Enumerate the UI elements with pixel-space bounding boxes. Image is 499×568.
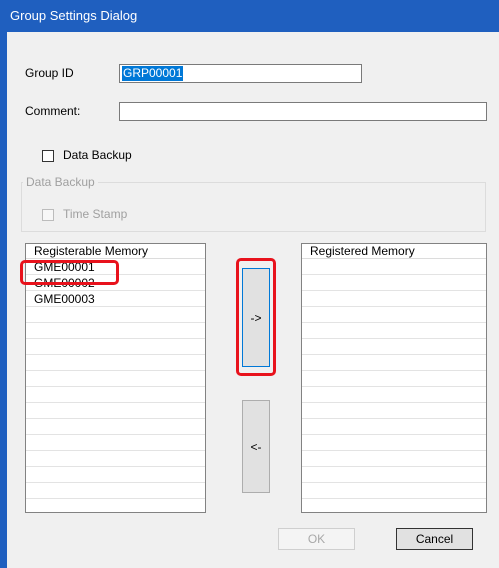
group-id-field[interactable]: GRP00001: [119, 64, 362, 83]
list-item[interactable]: GME00003: [34, 291, 95, 307]
remove-from-registered-button[interactable]: <-: [242, 400, 270, 493]
title-bar[interactable]: Group Settings Dialog: [0, 0, 499, 32]
cancel-button[interactable]: Cancel: [396, 528, 473, 550]
data-backup-checkbox[interactable]: [42, 150, 54, 162]
registerable-memory-rows: GME00001 GME00002 GME00003: [26, 259, 205, 512]
registerable-memory-header: Registerable Memory: [26, 244, 205, 259]
data-backup-checkbox-label[interactable]: Data Backup: [63, 148, 132, 162]
data-backup-group-title: Data Backup: [23, 175, 98, 189]
registerable-memory-list[interactable]: Registerable Memory GME00001 GME00002 GM…: [25, 243, 206, 513]
list-item[interactable]: GME00001: [34, 259, 95, 275]
group-id-value: GRP00001: [122, 66, 184, 81]
registered-memory-list[interactable]: Registered Memory: [301, 243, 487, 513]
group-id-label: Group ID: [25, 66, 74, 80]
comment-field[interactable]: [119, 102, 487, 121]
comment-label: Comment:: [25, 104, 81, 118]
dialog-client-area: Group ID GRP00001 Comment: Data Backup D…: [7, 32, 499, 568]
dialog-title: Group Settings Dialog: [10, 8, 138, 23]
ok-button[interactable]: OK: [278, 528, 355, 550]
dialog-window: Group Settings Dialog Group ID GRP00001 …: [0, 0, 499, 568]
time-stamp-checkbox[interactable]: [42, 209, 54, 221]
registered-memory-rows: [302, 259, 486, 512]
list-item[interactable]: GME00002: [34, 275, 95, 291]
add-to-registered-button[interactable]: ->: [242, 268, 270, 367]
time-stamp-label: Time Stamp: [63, 207, 128, 221]
registered-memory-header: Registered Memory: [302, 244, 486, 259]
